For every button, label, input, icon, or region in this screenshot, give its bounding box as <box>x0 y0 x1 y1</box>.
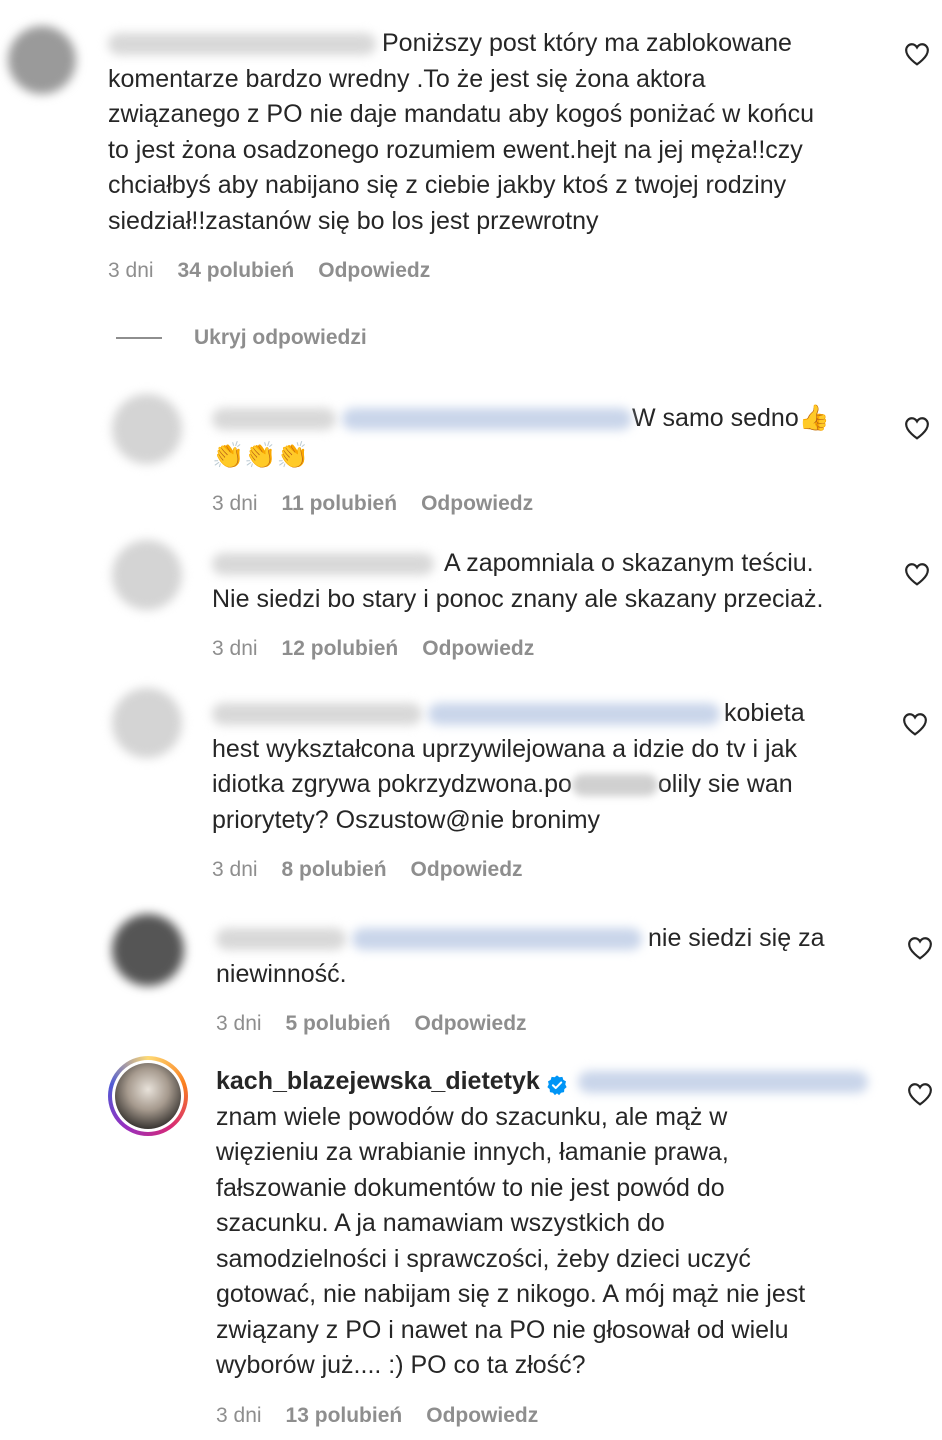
mention[interactable] <box>342 408 632 431</box>
avatar[interactable] <box>112 540 182 610</box>
comment-text: W samo sedno👍 <box>212 401 830 437</box>
comment-time[interactable]: 3 dni <box>216 1012 262 1036</box>
reply-button[interactable]: Odpowiedz <box>318 259 430 283</box>
avatar[interactable] <box>8 26 76 94</box>
comment-text: kobieta hest wykształcona uprzywilejowan… <box>212 699 805 834</box>
avatar-inner <box>112 1060 184 1132</box>
heart-icon[interactable] <box>902 712 928 736</box>
username[interactable] <box>212 408 336 431</box>
likes-count[interactable]: 13 polubień <box>286 1404 403 1428</box>
comment-text: A zapomniala o skazanym teściu. Nie sied… <box>212 549 824 613</box>
hide-replies-label: Ukryj odpowiedzi <box>194 326 367 349</box>
likes-count[interactable]: 5 polubień <box>286 1012 391 1036</box>
reply-button[interactable]: Odpowiedz <box>422 637 534 661</box>
likes-count[interactable]: 12 polubień <box>282 637 399 661</box>
mention[interactable] <box>428 703 720 726</box>
likes-count[interactable]: 8 polubień <box>282 858 387 882</box>
hide-replies-button[interactable]: Ukryj odpowiedzi <box>116 326 367 350</box>
comment-time[interactable]: 3 dni <box>212 637 258 661</box>
avatar[interactable] <box>112 914 184 986</box>
emoji-line: 👏👏👏 <box>212 440 310 470</box>
avatar[interactable] <box>112 394 182 464</box>
avatar[interactable] <box>112 688 182 758</box>
username[interactable] <box>108 33 376 56</box>
comment-meta: 3 dni 13 polubień Odpowiedz <box>216 1404 538 1428</box>
comment-time[interactable]: 3 dni <box>212 492 258 516</box>
comment-text: kach_blazejewska_dietetyk znam wiele pow… <box>216 1064 868 1384</box>
likes-count[interactable]: 11 polubień <box>282 492 398 516</box>
verified-badge-icon <box>546 1071 568 1096</box>
reply-button[interactable]: Odpowiedz <box>415 1012 527 1036</box>
heart-icon[interactable] <box>904 562 930 586</box>
divider-line <box>116 337 162 339</box>
reply-button[interactable]: Odpowiedz <box>426 1404 538 1428</box>
mention[interactable] <box>352 928 642 951</box>
comment-time[interactable]: 3 dni <box>108 259 154 283</box>
heart-icon[interactable] <box>907 936 933 960</box>
reply-button[interactable]: Odpowiedz <box>421 492 533 516</box>
comment-time[interactable]: 3 dni <box>216 1404 262 1428</box>
heart-icon[interactable] <box>907 1082 933 1106</box>
comment-meta: 3 dni 12 polubień Odpowiedz <box>212 637 534 661</box>
mention[interactable] <box>577 1071 868 1094</box>
likes-count[interactable]: 34 polubień <box>178 259 295 283</box>
comment-time[interactable]: 3 dni <box>212 858 258 882</box>
username[interactable] <box>212 703 422 726</box>
comment-text: Poniższy post który ma zablokowane komen… <box>108 29 814 235</box>
comment-meta: 3 dni 34 polubień Odpowiedz <box>108 259 430 283</box>
username[interactable]: kach_blazejewska_dietetyk <box>216 1067 540 1095</box>
comment-meta: 3 dni 11 polubień Odpowiedz <box>212 492 533 516</box>
avatar-story-ring[interactable] <box>108 1056 188 1136</box>
heart-icon[interactable] <box>904 42 930 66</box>
username[interactable] <box>216 928 346 951</box>
heart-icon[interactable] <box>904 416 930 440</box>
username[interactable] <box>212 553 434 576</box>
redacted-text <box>571 774 658 797</box>
avatar-photo <box>115 1063 181 1129</box>
reply-button[interactable]: Odpowiedz <box>411 858 523 882</box>
comment-text: nie siedzi się za niewinność. <box>216 924 825 988</box>
comment-meta: 3 dni 5 polubień Odpowiedz <box>216 1012 527 1036</box>
comment-meta: 3 dni 8 polubień Odpowiedz <box>212 858 523 882</box>
